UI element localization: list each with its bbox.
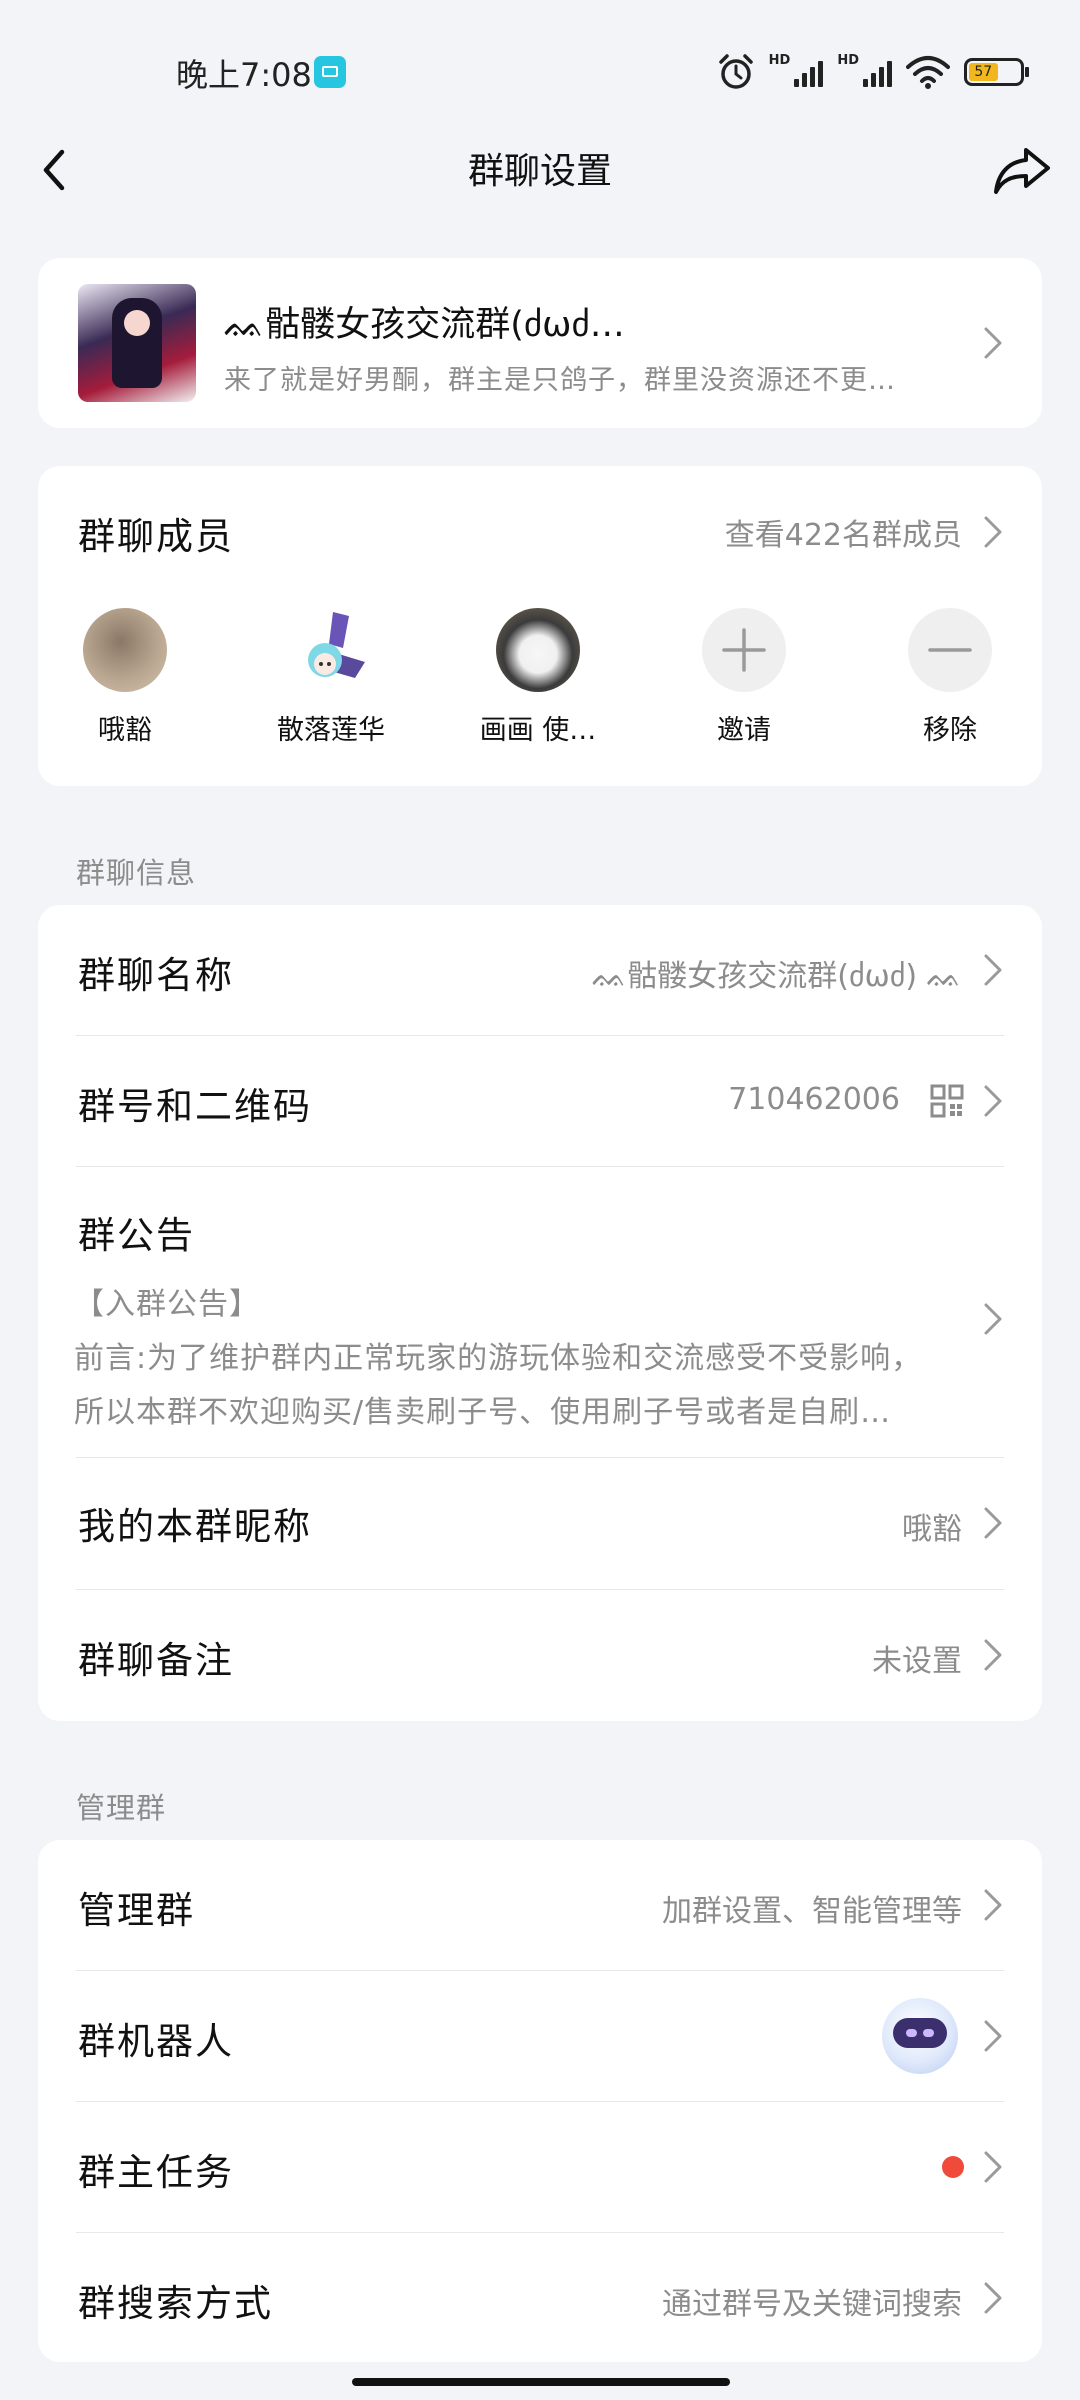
chevron-right-icon <box>984 1085 1002 1117</box>
view-all-members-link[interactable]: 查看422名群成员 <box>725 510 962 554</box>
owner-task-row[interactable]: 群主任务 <box>38 2102 1042 2232</box>
search-method-value: 通过群号及关键词搜索 <box>662 2287 962 2322</box>
chevron-right-icon[interactable] <box>982 514 1004 550</box>
status-bar: 晚上7:08 HD HD 57 <box>0 0 1080 120</box>
group-notice-label: 群公告 <box>78 1214 195 1257</box>
signal-icon-2 <box>863 57 892 87</box>
wifi-icon <box>906 56 950 89</box>
home-indicator[interactable] <box>352 2378 730 2386</box>
manage-group-label: 管理群 <box>78 1889 195 1932</box>
group-name-row[interactable]: 群聊名称 ᨐ骷髅女孩交流群(ძωძ) ᨐ <box>38 905 1042 1035</box>
share-icon[interactable] <box>990 138 1054 202</box>
page-title: 群聊设置 <box>467 151 612 192</box>
manage-group-row[interactable]: 管理群 加群设置、智能管理等 <box>38 1840 1042 1970</box>
group-number-label: 群号和二维码 <box>78 1085 312 1128</box>
chevron-right-icon <box>984 1507 1002 1539</box>
remove-member-button[interactable]: 移除 <box>875 608 1025 747</box>
group-remark-row[interactable]: 群聊备注 未设置 <box>38 1590 1042 1721</box>
notice-text-line-2: 前言:为了维护群内正常玩家的游玩体验和交流感受不受影响， <box>74 1341 923 1376</box>
group-robot-row[interactable]: 群机器人 <box>38 1971 1042 2101</box>
section-title-manage: 管理群 <box>76 1791 167 1825</box>
group-search-method-row[interactable]: 群搜索方式 通过群号及关键词搜索 <box>38 2233 1042 2362</box>
group-remark-label: 群聊备注 <box>78 1639 234 1682</box>
chevron-right-icon <box>984 2151 1002 2183</box>
group-remark-value: 未设置 <box>872 1644 962 1679</box>
chevron-right-icon <box>984 327 1002 359</box>
chevron-right-icon <box>984 2282 1002 2314</box>
signal-icon-1 <box>794 57 824 87</box>
member-item[interactable]: 哦豁 <box>50 608 200 747</box>
my-group-nickname-row[interactable]: 我的本群昵称 哦豁 <box>38 1458 1042 1589</box>
hd-label-2: HD <box>837 52 859 68</box>
alarm-icon <box>718 54 753 89</box>
avatar <box>289 608 373 692</box>
robot-avatar-icon <box>882 1998 958 2074</box>
invite-label: 邀请 <box>717 715 771 746</box>
members-label: 群聊成员 <box>78 515 234 558</box>
my-nickname-label: 我的本群昵称 <box>78 1505 312 1548</box>
chevron-right-icon <box>984 2020 1002 2052</box>
member-item[interactable]: 散落莲华 <box>256 608 406 747</box>
status-icons: HD HD 57 <box>717 50 1029 94</box>
group-name: ᨐ骷髅女孩交流群(ძωძ… <box>224 305 625 345</box>
group-number-value: 710462006 <box>728 1082 900 1117</box>
group-robot-label: 群机器人 <box>78 2020 234 2063</box>
chevron-right-icon <box>984 954 1002 986</box>
chevron-right-icon <box>984 1889 1002 1921</box>
group-avatar <box>78 284 196 402</box>
member-name: 散落莲华 <box>277 715 385 746</box>
hd-label-1: HD <box>768 52 791 68</box>
notice-text-line-1: 【入群公告】 <box>74 1287 260 1322</box>
invite-member-button[interactable]: 邀请 <box>669 608 819 747</box>
group-name-value: ᨐ骷髅女孩交流群(ძωძ) ᨐ <box>591 959 962 994</box>
qr-code-icon <box>930 1084 964 1118</box>
unread-red-dot <box>942 2156 964 2178</box>
group-members-card: 群聊成员 查看422名群成员 哦豁 散落莲华 画画 使… 邀请 移除 <box>38 466 1042 786</box>
group-number-qrcode-row[interactable]: 群号和二维码 710462006 <box>38 1036 1042 1166</box>
group-description: 来了就是好男酮，群主是只鸽子，群里没资源还不更… <box>224 365 896 396</box>
group-profile-card[interactable]: ᨐ骷髅女孩交流群(ძωძ… 来了就是好男酮，群主是只鸽子，群里没资源还不更… <box>38 258 1042 428</box>
group-name-label: 群聊名称 <box>78 954 234 997</box>
manage-group-card: 管理群 加群设置、智能管理等 群机器人 群主任务 群搜索方式 通过群号及关键词搜… <box>38 1840 1042 2362</box>
avatar <box>496 608 580 692</box>
avatar <box>83 608 167 692</box>
minus-icon <box>908 608 992 692</box>
member-item[interactable]: 画画 使… <box>463 608 613 747</box>
chevron-right-icon <box>984 1639 1002 1671</box>
plus-icon <box>702 608 786 692</box>
owner-task-label: 群主任务 <box>78 2151 234 2194</box>
status-time: 晚上7:08 <box>176 56 312 94</box>
member-name: 画画 使… <box>479 715 597 746</box>
remove-label: 移除 <box>923 715 977 746</box>
my-nickname-value: 哦豁 <box>902 1512 962 1547</box>
notice-text-line-3: 所以本群不欢迎购买/售卖刷子号、使用刷子号或者是自刷… <box>74 1395 892 1430</box>
notification-app-icon <box>314 56 346 88</box>
chevron-right-icon <box>984 1303 1002 1335</box>
manage-group-value: 加群设置、智能管理等 <box>662 1894 962 1929</box>
battery-icon: 57 <box>964 58 1029 86</box>
group-info-card: 群聊名称 ᨐ骷髅女孩交流群(ძωძ) ᨐ 群号和二维码 710462006 群公… <box>38 905 1042 1721</box>
member-name: 哦豁 <box>98 715 152 746</box>
nav-bar: 群聊设置 <box>0 120 1080 220</box>
search-method-label: 群搜索方式 <box>78 2282 273 2325</box>
group-notice-row[interactable]: 群公告 【入群公告】 前言:为了维护群内正常玩家的游玩体验和交流感受不受影响， … <box>38 1167 1042 1457</box>
section-title-group-info: 群聊信息 <box>76 856 197 890</box>
